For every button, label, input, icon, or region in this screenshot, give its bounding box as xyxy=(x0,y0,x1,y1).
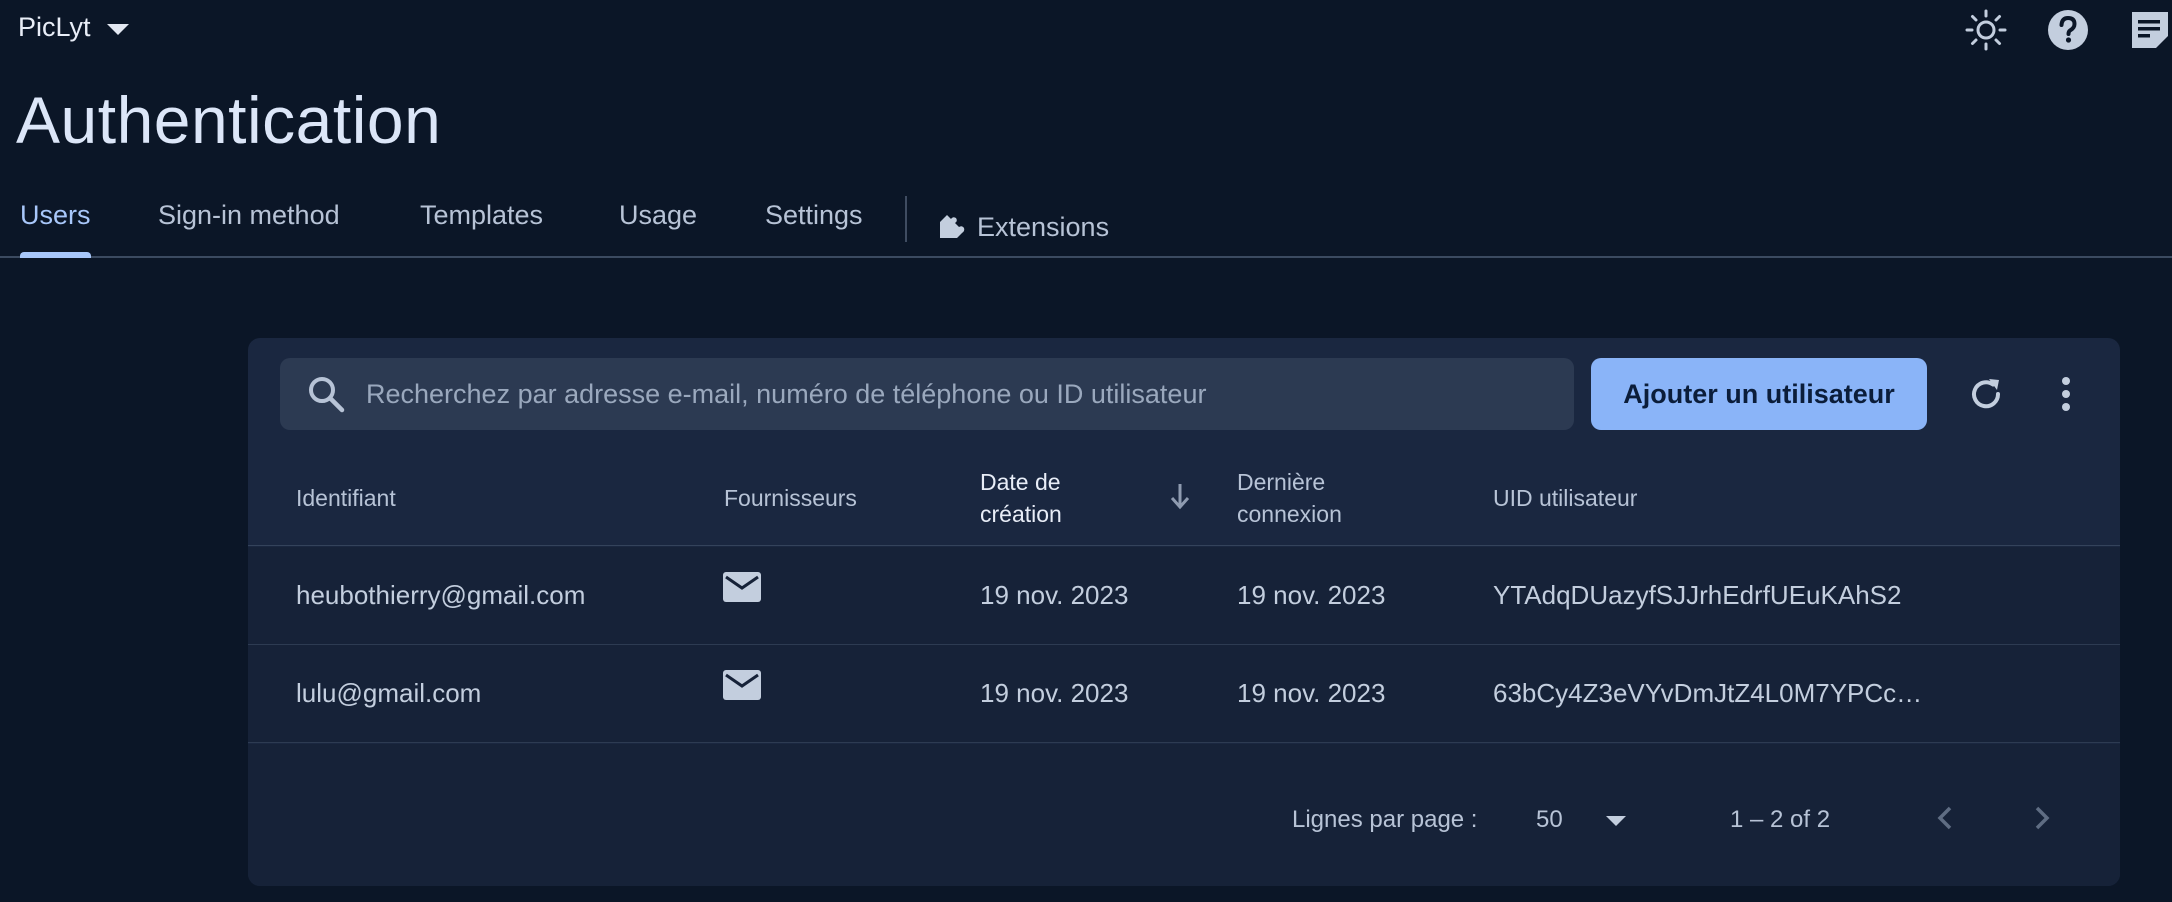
chevron-left-icon[interactable] xyxy=(1928,800,1964,836)
refresh-icon[interactable] xyxy=(1964,372,2008,416)
more-vert-icon[interactable] xyxy=(2044,372,2088,416)
cell-last-login: 19 nov. 2023 xyxy=(1237,678,1386,708)
caret-down-icon xyxy=(106,23,129,35)
table-row[interactable]: lulu@gmail.com 19 nov. 2023 19 nov. 2023… xyxy=(248,645,2120,743)
tab-templates[interactable]: Templates xyxy=(420,200,543,254)
tab-divider xyxy=(905,196,907,242)
tab-label: Settings xyxy=(765,200,863,230)
cell-last-login: 19 nov. 2023 xyxy=(1237,580,1386,610)
add-user-button[interactable]: Ajouter un utilisateur xyxy=(1591,358,1927,430)
email-icon xyxy=(723,670,761,700)
project-selector[interactable]: PicLyt xyxy=(18,12,129,43)
column-header-last-login-line1: Dernière xyxy=(1237,469,1326,495)
cell-uid: 63bCy4Z3eVYvDmJtZ4L0M7YPCc… xyxy=(1493,678,1923,708)
pagination-range: 1 – 2 of 2 xyxy=(1730,806,1831,833)
tab-settings[interactable]: Settings xyxy=(765,200,863,254)
project-name: PicLyt xyxy=(18,12,91,42)
tab-label: Extensions xyxy=(977,211,1110,242)
tab-label: Templates xyxy=(420,200,544,230)
sun-icon[interactable] xyxy=(1964,8,2008,52)
cell-identifier: lulu@gmail.com xyxy=(296,678,482,708)
tab-extensions[interactable]: Extensions xyxy=(937,200,1109,254)
tab-usage[interactable]: Usage xyxy=(619,200,697,254)
cell-uid: YTAdqDUazyfSJJrhEdrfUEuKAhS2 xyxy=(1493,580,1902,610)
feedback-icon[interactable] xyxy=(2128,8,2172,52)
column-header-created-line2: création xyxy=(980,501,1062,527)
email-icon xyxy=(723,572,761,602)
column-header-created-line1: Date de xyxy=(980,469,1061,495)
tab-label: Usage xyxy=(619,200,698,230)
users-table-card: Recherchez par adresse e-mail, numéro de… xyxy=(248,338,2120,886)
top-bar: PicLyt xyxy=(0,0,2172,60)
caret-down-icon[interactable] xyxy=(1606,816,1626,826)
search-placeholder: Recherchez par adresse e-mail, numéro de… xyxy=(366,378,1207,409)
sort-arrow-down-icon[interactable] xyxy=(1165,478,1195,514)
column-header-created[interactable]: Date de création xyxy=(980,466,1062,530)
tab-label: Sign-in method xyxy=(158,200,340,230)
tab-label: Users xyxy=(20,200,91,230)
page-title: Authentication xyxy=(16,83,442,157)
header-actions xyxy=(1964,8,2172,52)
cell-created: 19 nov. 2023 xyxy=(980,678,1129,708)
extension-icon xyxy=(940,215,965,238)
search-input[interactable]: Recherchez par adresse e-mail, numéro de… xyxy=(280,358,1574,430)
help-icon[interactable] xyxy=(2046,8,2090,52)
tab-users[interactable]: Users xyxy=(20,200,91,258)
column-header-identifier[interactable]: Identifiant xyxy=(296,482,396,514)
tab-sign-in-method[interactable]: Sign-in method xyxy=(158,200,340,254)
cell-created: 19 nov. 2023 xyxy=(980,580,1129,610)
column-header-uid[interactable]: UID utilisateur xyxy=(1493,482,1637,514)
rows-per-page-label: Lignes par page : xyxy=(1292,806,1478,833)
column-header-providers[interactable]: Fournisseurs xyxy=(724,482,857,514)
rows-per-page-select[interactable]: 50 xyxy=(1536,806,1563,834)
table-row[interactable]: heubothierry@gmail.com 19 nov. 2023 19 n… xyxy=(248,547,2120,645)
chevron-right-icon[interactable] xyxy=(2023,800,2059,836)
table-header: Identifiant Fournisseurs Date de créatio… xyxy=(248,448,2120,546)
search-icon xyxy=(306,374,346,414)
cell-identifier: heubothierry@gmail.com xyxy=(296,580,586,610)
tab-bar: Users Sign-in method Templates Usage Set… xyxy=(0,196,2172,258)
column-header-last-login-line2: connexion xyxy=(1237,501,1342,527)
pagination-bar: Lignes par page : 50 1 – 2 of 2 xyxy=(248,744,2120,886)
column-header-last-login[interactable]: Dernière connexion xyxy=(1237,466,1342,530)
